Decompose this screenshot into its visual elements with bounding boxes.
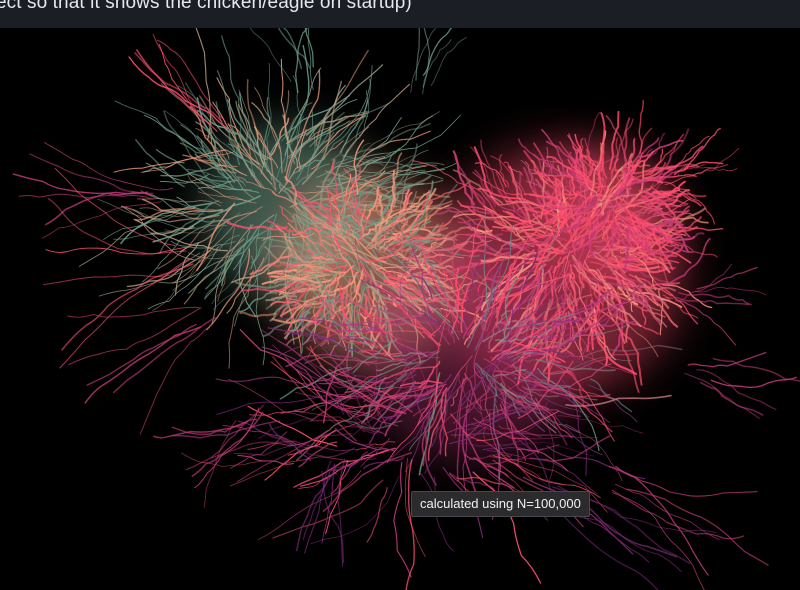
hair-wisp (171, 418, 257, 435)
hair-wisp (249, 28, 292, 82)
hair-strand (230, 431, 288, 469)
hair-strand (557, 415, 644, 434)
hair-strand (160, 83, 242, 159)
hair-strand (362, 456, 405, 469)
hair-wisp (612, 492, 705, 590)
hair-strand (366, 486, 388, 543)
hair-wisp (611, 489, 745, 540)
hair-strand (472, 471, 542, 584)
hair-strand (315, 49, 369, 147)
hair-flow-visualization[interactable] (0, 28, 800, 590)
strands-layer (12, 28, 800, 590)
hair-wisp (615, 465, 709, 576)
hair-strand (239, 311, 277, 318)
hair-wisp (687, 351, 767, 368)
sample-size-tooltip: calculated using N=100,000 (411, 491, 590, 517)
hair-wisp (712, 357, 800, 382)
hair-wisp (422, 28, 431, 88)
hair-strand (405, 459, 415, 590)
hair-wisp (677, 300, 737, 346)
hair-wisp (128, 56, 229, 130)
hair-wisp (29, 153, 154, 194)
hair-wisp (415, 28, 421, 81)
hair-wisp (696, 369, 777, 411)
hair-wisp (191, 411, 264, 477)
hair-strand (546, 445, 646, 480)
hair-strand (564, 423, 623, 482)
hair-wisp (554, 505, 659, 590)
top-bar: ect so that it shows the chicken/eagle o… (0, 0, 800, 28)
hair-strand (257, 470, 362, 541)
viz-svg (12, 28, 800, 590)
hair-wisp (112, 316, 216, 394)
header-partial-text: ect so that it shows the chicken/eagle o… (0, 0, 412, 13)
hair-wisp (67, 306, 200, 318)
hair-wisp (84, 326, 202, 404)
hair-strand (298, 441, 338, 468)
hair-strand (359, 111, 440, 162)
hair-wisp (302, 460, 332, 541)
hair-wisp (569, 511, 682, 572)
hair-strand (150, 225, 194, 236)
hair-wisp (422, 39, 452, 95)
hair-wisp (42, 201, 163, 239)
